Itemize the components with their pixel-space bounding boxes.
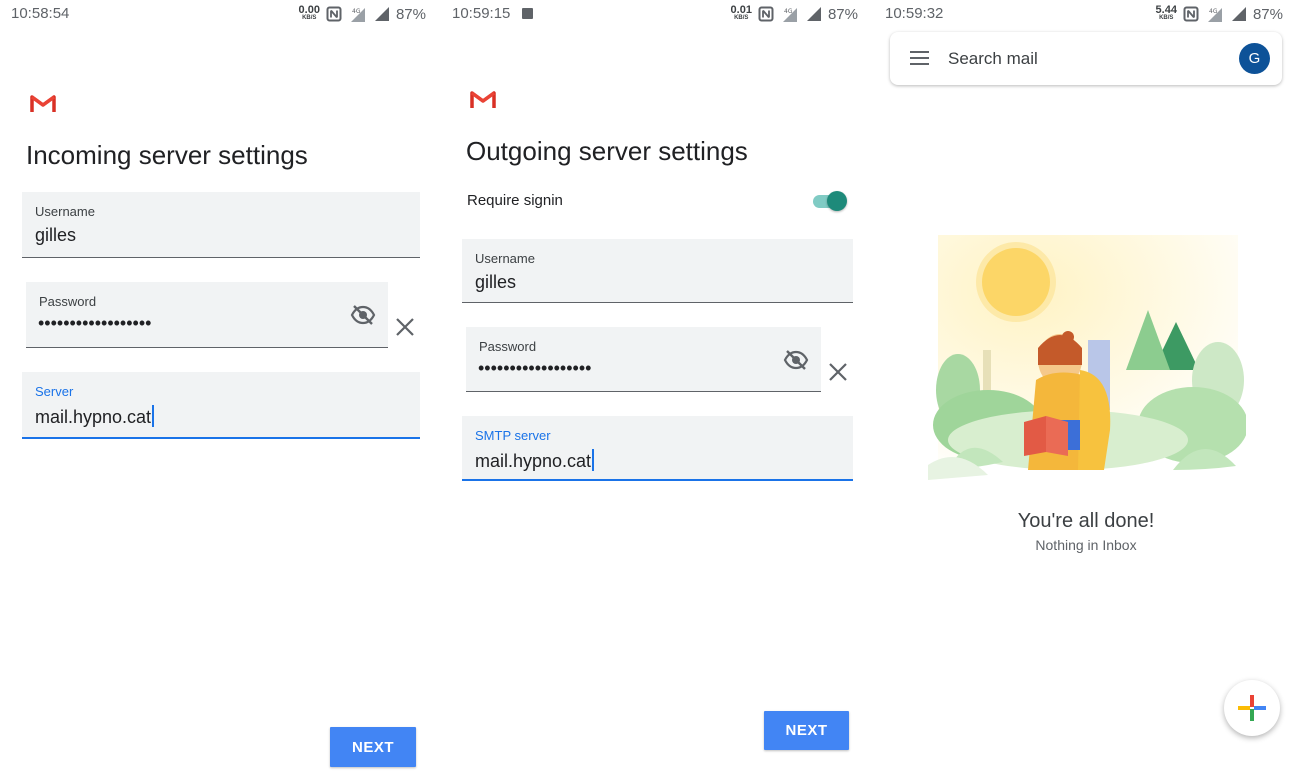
eye-off-icon[interactable] <box>783 349 809 371</box>
status-bar: 10:58:54 0.00 KB/S 4G 87% <box>0 0 432 28</box>
password-field[interactable]: Password •••••••••••••••••• <box>466 327 821 392</box>
server-value[interactable]: mail.hypno.cat <box>35 407 151 427</box>
incoming-settings-screen: 10:58:54 0.00 KB/S 4G 87% Incoming serve… <box>0 0 432 784</box>
page-title: Incoming server settings <box>26 140 308 170</box>
password-value[interactable]: •••••••••••••••••• <box>478 358 591 379</box>
next-button[interactable]: NEXT <box>330 727 416 767</box>
server-value-wrap[interactable]: mail.hypno.cat <box>35 405 155 428</box>
text-caret <box>592 449 595 471</box>
compose-plus-icon <box>1238 695 1266 721</box>
battery-level: 87% <box>827 5 858 23</box>
nfc-icon <box>326 6 342 22</box>
network-speed: 5.44 KB/S <box>1155 4 1177 22</box>
toggle-thumb <box>827 191 847 211</box>
network-speed: 0.01 KB/S <box>730 4 752 22</box>
svg-text:4G: 4G <box>352 8 361 15</box>
smtp-server-value[interactable]: mail.hypno.cat <box>475 451 591 471</box>
status-bar: 10:59:15 0.01 KB/S 4G 87% <box>440 0 872 28</box>
image-notification-icon <box>522 8 533 19</box>
signal-4g-icon: 4G <box>782 8 797 22</box>
signal-4g-icon: 4G <box>1207 8 1222 22</box>
avatar[interactable]: G <box>1239 43 1270 74</box>
next-button[interactable]: NEXT <box>764 711 849 750</box>
username-label: Username <box>35 204 95 219</box>
status-icons: 0.01 KB/S 4G 87% <box>731 3 858 25</box>
server-label: Server <box>35 384 74 399</box>
password-value[interactable]: •••••••••••••••••• <box>38 313 151 334</box>
nfc-icon <box>1183 6 1199 22</box>
signal-icon <box>806 7 821 21</box>
username-field[interactable]: Username gilles <box>462 239 853 303</box>
gmail-logo <box>30 95 56 112</box>
empty-state-subtitle: Nothing in Inbox <box>1035 537 1137 553</box>
search-bar[interactable]: Search mail G <box>890 32 1282 85</box>
signal-icon <box>1231 7 1246 21</box>
smtp-server-label: SMTP server <box>475 428 551 443</box>
signal-icon <box>374 7 389 21</box>
eye-off-icon[interactable] <box>350 304 376 326</box>
status-time: 10:58:54 <box>11 5 70 22</box>
gmail-logo <box>470 91 496 108</box>
username-label: Username <box>475 251 535 266</box>
smtp-server-value-wrap[interactable]: mail.hypno.cat <box>475 449 595 472</box>
require-signin-row[interactable]: Require signin <box>467 190 847 214</box>
nfc-icon <box>758 6 774 22</box>
outgoing-settings-screen: 10:59:15 0.01 KB/S 4G 87% Outgoing serve… <box>440 0 872 784</box>
inbox-screen: 10:59:32 5.44 KB/S 4G 87% Search mail G <box>876 0 1298 784</box>
network-speed: 0.00 KB/S <box>298 4 320 22</box>
username-field[interactable]: Username gilles <box>22 192 420 258</box>
require-signin-toggle[interactable] <box>811 190 847 212</box>
empty-state-title: You're all done! <box>1017 510 1155 532</box>
svg-text:4G: 4G <box>784 8 793 15</box>
search-input[interactable]: Search mail <box>948 49 1038 69</box>
signal-4g-icon: 4G <box>350 8 365 22</box>
status-icons: 0.00 KB/S 4G 87% <box>299 3 426 25</box>
status-bar: 10:59:32 5.44 KB/S 4G 87% <box>876 0 1298 28</box>
battery-level: 87% <box>395 5 426 23</box>
server-field[interactable]: Server mail.hypno.cat <box>22 372 420 439</box>
username-value[interactable]: gilles <box>475 272 516 293</box>
close-icon[interactable] <box>829 363 847 381</box>
page-title: Outgoing server settings <box>466 136 748 166</box>
svg-text:4G: 4G <box>1209 8 1218 15</box>
battery-level: 87% <box>1252 5 1283 23</box>
close-icon[interactable] <box>396 318 414 336</box>
status-icons: 5.44 KB/S 4G 87% <box>1156 3 1283 25</box>
password-field[interactable]: Password •••••••••••••••••• <box>26 282 388 348</box>
compose-button[interactable] <box>1224 680 1280 736</box>
menu-icon[interactable] <box>910 51 929 65</box>
empty-inbox-illustration <box>928 235 1246 480</box>
password-label: Password <box>39 294 97 309</box>
text-caret <box>152 405 155 427</box>
status-time: 10:59:15 <box>452 5 511 22</box>
username-value[interactable]: gilles <box>35 225 76 246</box>
require-signin-label: Require signin <box>467 192 563 209</box>
status-time: 10:59:32 <box>885 5 944 22</box>
smtp-server-field[interactable]: SMTP server mail.hypno.cat <box>462 416 853 481</box>
password-label: Password <box>479 339 537 354</box>
